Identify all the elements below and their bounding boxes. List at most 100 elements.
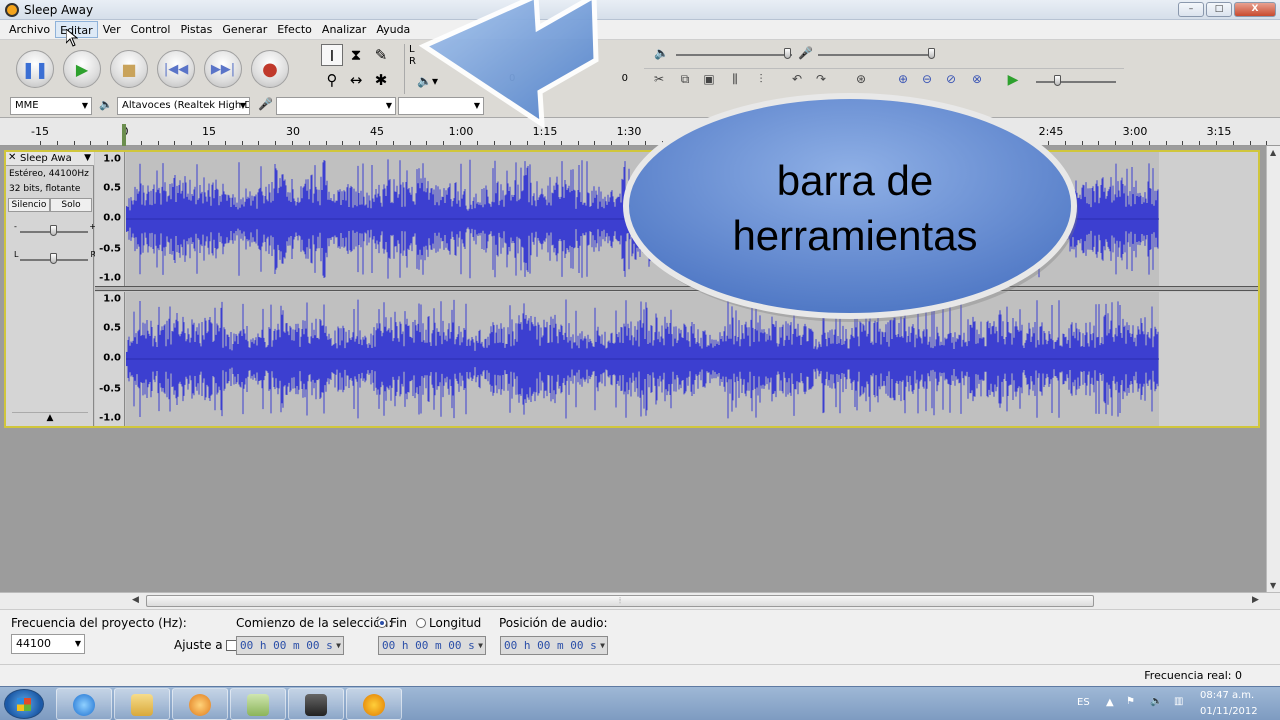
flag-icon[interactable]: ⚑ xyxy=(1126,696,1135,707)
clock-date[interactable]: 01/11/2012 xyxy=(1200,706,1258,717)
output-device-select[interactable]: Altavoces (Realtek High D ▼ xyxy=(117,97,250,115)
selection-start-time[interactable]: 00 h 00 m 00 s ▼ xyxy=(236,636,344,655)
sync-lock-icon[interactable]: ⊛ xyxy=(852,72,870,88)
playhead-marker[interactable] xyxy=(122,124,126,146)
gain-slider[interactable]: - + xyxy=(14,222,96,238)
track-format-info: 32 bits, flotante xyxy=(9,184,81,194)
length-radio[interactable]: Longitud xyxy=(416,616,481,630)
scroll-up-icon[interactable]: ▲ xyxy=(1270,148,1276,157)
menu-analizar[interactable]: Analizar xyxy=(317,20,371,39)
ruler-tick xyxy=(208,141,209,145)
track-name[interactable]: Sleep Awa xyxy=(20,153,72,164)
envelope-tool-icon[interactable]: ⧗ xyxy=(345,44,367,66)
trim-icon[interactable]: ⫼ xyxy=(726,72,744,88)
copy-icon[interactable]: ⧉ xyxy=(676,72,694,88)
microphone-device-icon: 🎤 xyxy=(258,97,273,111)
ruler-label: -15 xyxy=(31,125,49,138)
play-button[interactable]: ▶ xyxy=(63,50,101,88)
selection-end-time[interactable]: 00 h 00 m 00 s ▼ xyxy=(378,636,486,655)
snap-to-checkbox[interactable] xyxy=(225,640,237,651)
mute-button[interactable]: Silencio xyxy=(8,198,50,212)
horizontal-scrollbar[interactable]: ◀ ⦙ ▶ xyxy=(0,592,1280,609)
project-rate-select[interactable]: 44100 ▼ xyxy=(11,634,85,654)
menu-archivo[interactable]: Archivo xyxy=(4,20,55,39)
camera-icon xyxy=(305,694,327,716)
ruler-tick xyxy=(275,141,276,145)
zoom-in-icon[interactable]: ⊕ xyxy=(894,72,912,88)
taskbar-media-player[interactable] xyxy=(172,688,228,720)
track-menu-icon[interactable]: ▼ xyxy=(84,153,91,163)
menu-efecto[interactable]: Efecto xyxy=(272,20,317,39)
taskbar-explorer[interactable] xyxy=(114,688,170,720)
ruler-tick xyxy=(191,141,192,145)
ruler-tick xyxy=(107,141,108,145)
menu-control[interactable]: Control xyxy=(126,20,176,39)
multi-tool-icon[interactable]: ✱ xyxy=(370,69,392,91)
end-radio[interactable]: Fin xyxy=(377,616,407,630)
minimize-button[interactable]: – xyxy=(1178,2,1204,17)
network-icon[interactable]: ▥ xyxy=(1174,696,1183,707)
draw-tool-icon[interactable]: ✎ xyxy=(370,44,392,66)
track-header[interactable]: ✕ Sleep Awa ▼ xyxy=(6,152,94,166)
menu-generar[interactable]: Generar xyxy=(217,20,272,39)
windows-logo-icon xyxy=(17,698,31,711)
input-volume-slider[interactable] xyxy=(928,48,935,59)
record-button[interactable]: ● xyxy=(251,50,289,88)
show-hidden-icons[interactable]: ▲ xyxy=(1106,697,1114,708)
silence-icon[interactable]: ⫶ xyxy=(752,72,770,88)
scroll-down-icon[interactable]: ▼ xyxy=(1270,581,1276,590)
play-speed-slider[interactable] xyxy=(1054,75,1061,86)
close-track-icon[interactable]: ✕ xyxy=(8,152,16,163)
taskbar-notes[interactable] xyxy=(230,688,286,720)
maximize-button[interactable]: □ xyxy=(1206,2,1232,17)
fit-project-icon[interactable]: ⊗ xyxy=(968,72,986,88)
menu-ver[interactable]: Ver xyxy=(98,20,126,39)
pan-slider[interactable]: L R xyxy=(14,250,96,266)
ruler-tick xyxy=(1233,141,1234,145)
pause-button[interactable]: ❚❚ xyxy=(16,50,54,88)
menu-pistas[interactable]: Pistas xyxy=(175,20,217,39)
menu-ayuda[interactable]: Ayuda xyxy=(371,20,415,39)
stop-button[interactable]: ■ xyxy=(110,50,148,88)
cut-icon[interactable]: ✂ xyxy=(650,72,668,88)
scroll-left-icon[interactable]: ◀ xyxy=(132,595,139,605)
vertical-scrollbar[interactable]: ▲ ▼ xyxy=(1266,146,1280,592)
ruler-tick xyxy=(1166,141,1167,145)
toolbar-callout-bubble: barra de herramientas xyxy=(623,93,1078,322)
audio-position-time[interactable]: 00 h 00 m 00 s ▼ xyxy=(500,636,608,655)
output-volume-slider[interactable] xyxy=(784,48,791,59)
zoom-tool-icon[interactable]: ⚲ xyxy=(321,69,343,91)
skip-start-button[interactable]: |◀◀ xyxy=(157,50,195,88)
horizontal-scroll-thumb[interactable]: ⦙ xyxy=(146,595,1094,607)
zoom-out-icon[interactable]: ⊖ xyxy=(918,72,936,88)
taskbar-ie[interactable] xyxy=(56,688,112,720)
input-device-select[interactable]: ▼ xyxy=(276,97,396,115)
play-at-speed-icon[interactable]: ▶ xyxy=(1004,72,1022,88)
timeshift-tool-icon[interactable]: ↔ xyxy=(345,69,367,91)
undo-icon[interactable]: ↶ xyxy=(788,72,806,88)
ruler-tick xyxy=(174,141,175,145)
audio-host-select[interactable]: MME ▼ xyxy=(10,97,92,115)
paste-icon[interactable]: ▣ xyxy=(700,72,718,88)
ruler-tick xyxy=(326,141,327,145)
empty-track-area[interactable] xyxy=(1159,152,1258,286)
language-indicator[interactable]: ES xyxy=(1077,697,1090,708)
clock-time[interactable]: 08:47 a.m. xyxy=(1200,690,1254,701)
ruler-tick xyxy=(1199,141,1200,145)
collapse-track-button[interactable]: ▲ xyxy=(12,412,88,424)
solo-button[interactable]: Solo xyxy=(50,198,92,212)
scroll-right-icon[interactable]: ▶ xyxy=(1252,595,1259,605)
pause-icon: ❚❚ xyxy=(21,59,49,79)
close-button[interactable]: X xyxy=(1234,2,1276,17)
selection-tool-icon[interactable]: I xyxy=(321,44,343,66)
start-button[interactable] xyxy=(4,689,44,719)
redo-icon[interactable]: ↷ xyxy=(812,72,830,88)
skip-end-button[interactable]: ▶▶| xyxy=(204,50,242,88)
volume-icon[interactable]: 🔈 xyxy=(1150,696,1162,707)
audio-position-label: Posición de audio: xyxy=(499,616,608,630)
fit-selection-icon[interactable]: ⊘ xyxy=(942,72,960,88)
empty-track-area[interactable] xyxy=(1159,292,1258,426)
ruler-tick xyxy=(1216,141,1217,145)
taskbar-audacity[interactable] xyxy=(346,688,402,720)
taskbar-recorder[interactable] xyxy=(288,688,344,720)
